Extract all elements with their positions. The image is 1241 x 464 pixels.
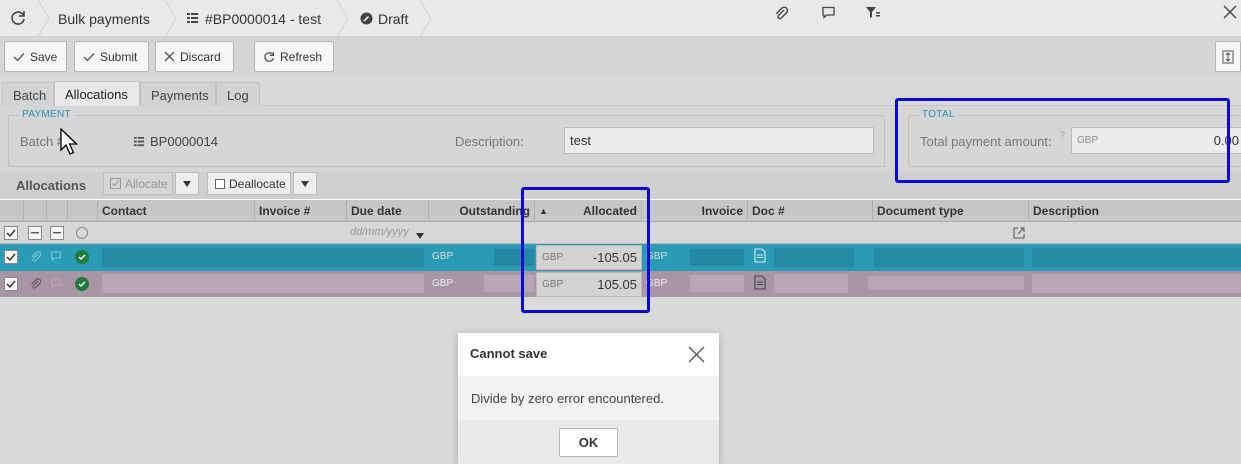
batch-value[interactable]: BP0000014 [133,134,218,149]
column-header-invoice[interactable]: Invoice [642,200,748,222]
redacted-document-type [874,248,1024,267]
allocate-dropdown-button[interactable] [175,172,199,195]
highlight-total-box [895,98,1230,183]
document-list-icon [133,136,145,146]
check-icon [6,253,16,261]
minus-icon [53,232,61,234]
refresh-icon [264,51,275,62]
column-header-outstanding[interactable]: Outstanding [429,200,535,222]
attachment-filter[interactable] [28,226,42,240]
attachment-icon[interactable] [29,250,42,266]
check-icon [13,52,25,61]
status-ok-icon [75,277,89,291]
refresh-icon[interactable] [7,7,29,29]
filter-icon[interactable] [862,1,884,23]
attachment-column-header [24,200,47,222]
breadcrumb-separator-icon [336,0,349,38]
breadcrumb-bulk-payments[interactable]: Bulk payments [58,0,150,37]
dialog-body: Divide by zero error encountered. [458,376,719,420]
open-external-icon[interactable] [1013,227,1025,242]
select-all-checkbox[interactable] [4,226,18,240]
check-icon [83,52,95,61]
batch-label: Batch # [20,134,65,149]
column-header-invoice-number[interactable]: Invoice # [255,200,347,222]
payment-legend: PAYMENT [19,109,74,120]
allocate-button[interactable]: Allocate [103,172,173,195]
comment-filter[interactable] [50,226,64,240]
breadcrumb-document[interactable]: #BP0000014 - test [186,0,321,37]
dialog-title: Cannot save [470,346,548,361]
deallocate-button[interactable]: Deallocate [207,172,291,195]
allocations-title: Allocations [16,178,87,193]
tab-allocations[interactable]: Allocations [54,81,140,107]
tab-batch[interactable]: Batch [2,82,54,107]
redacted-invoice [690,275,744,292]
column-header-contact[interactable]: Contact [98,200,255,222]
currency-code: GBP [432,251,454,262]
expand-icon [1222,50,1234,63]
attachment-icon[interactable] [29,277,42,293]
redacted-description [1032,274,1241,293]
status-ok-icon [75,250,89,264]
currency-code: GBP [432,278,454,289]
comment-icon[interactable] [817,1,839,23]
draft-status-icon [360,12,373,25]
select-all-header [0,200,24,222]
calendar-dropdown-icon[interactable] [416,227,424,242]
column-header-description[interactable]: Description [1029,200,1241,222]
minus-icon [31,232,39,234]
attachment-icon[interactable] [770,2,792,24]
discard-button[interactable]: Discard [155,41,234,72]
redacted-description [1032,248,1241,267]
expand-panel-button[interactable] [1215,41,1241,72]
tab-payments[interactable]: Payments [140,82,216,107]
close-icon [164,51,175,62]
check-icon [6,280,16,288]
document-icon[interactable] [754,248,766,266]
comment-icon[interactable] [50,250,62,265]
dialog-footer: OK [458,420,719,464]
column-header-doc-number[interactable]: Doc # [748,200,873,222]
dialog-message: Divide by zero error encountered. [471,391,664,406]
redacted-invoice [690,249,744,266]
description-input[interactable]: test [564,127,874,154]
save-button[interactable]: Save [4,41,67,72]
document-icon[interactable] [754,275,766,293]
breadcrumb-separator-icon [164,0,177,38]
close-icon[interactable] [688,346,705,366]
comment-icon[interactable] [50,277,62,292]
breadcrumb-separator-icon [37,0,50,38]
column-header-due-date[interactable]: Due date [347,200,429,222]
close-icon[interactable] [1219,1,1241,23]
document-list-icon [187,13,198,23]
checkbox-icon [110,178,121,189]
redacted-doc-number [774,274,848,293]
mouse-cursor-icon [60,127,80,159]
ok-button[interactable]: OK [559,428,618,457]
redacted-doc-number [774,248,854,267]
comment-column-header [47,200,68,222]
row-checkbox[interactable] [4,277,18,291]
deallocate-dropdown-button[interactable] [293,172,317,195]
description-label: Description: [455,134,524,149]
status-draft: Draft [360,0,408,37]
caret-down-icon [183,180,191,187]
breadcrumb-separator-icon [419,0,432,38]
refresh-button[interactable]: Refresh [254,41,334,72]
status-column-header [68,200,98,222]
check-icon [6,229,16,237]
submit-button[interactable]: Submit [74,41,149,72]
redacted-contact [102,274,424,293]
due-date-filter-input[interactable]: dd/mm/yyyy [350,226,414,238]
redacted-document-type [868,276,1024,290]
status-filter[interactable] [76,227,88,239]
checkbox-icon [215,178,225,189]
highlight-allocated-box [521,187,650,313]
tab-log[interactable]: Log [216,82,260,107]
redacted-contact [102,248,424,267]
caret-down-icon [301,180,309,187]
column-header-document-type[interactable]: Document type [873,200,1029,222]
error-dialog: Cannot save Divide by zero error encount… [458,333,719,464]
row-checkbox[interactable] [4,250,18,264]
